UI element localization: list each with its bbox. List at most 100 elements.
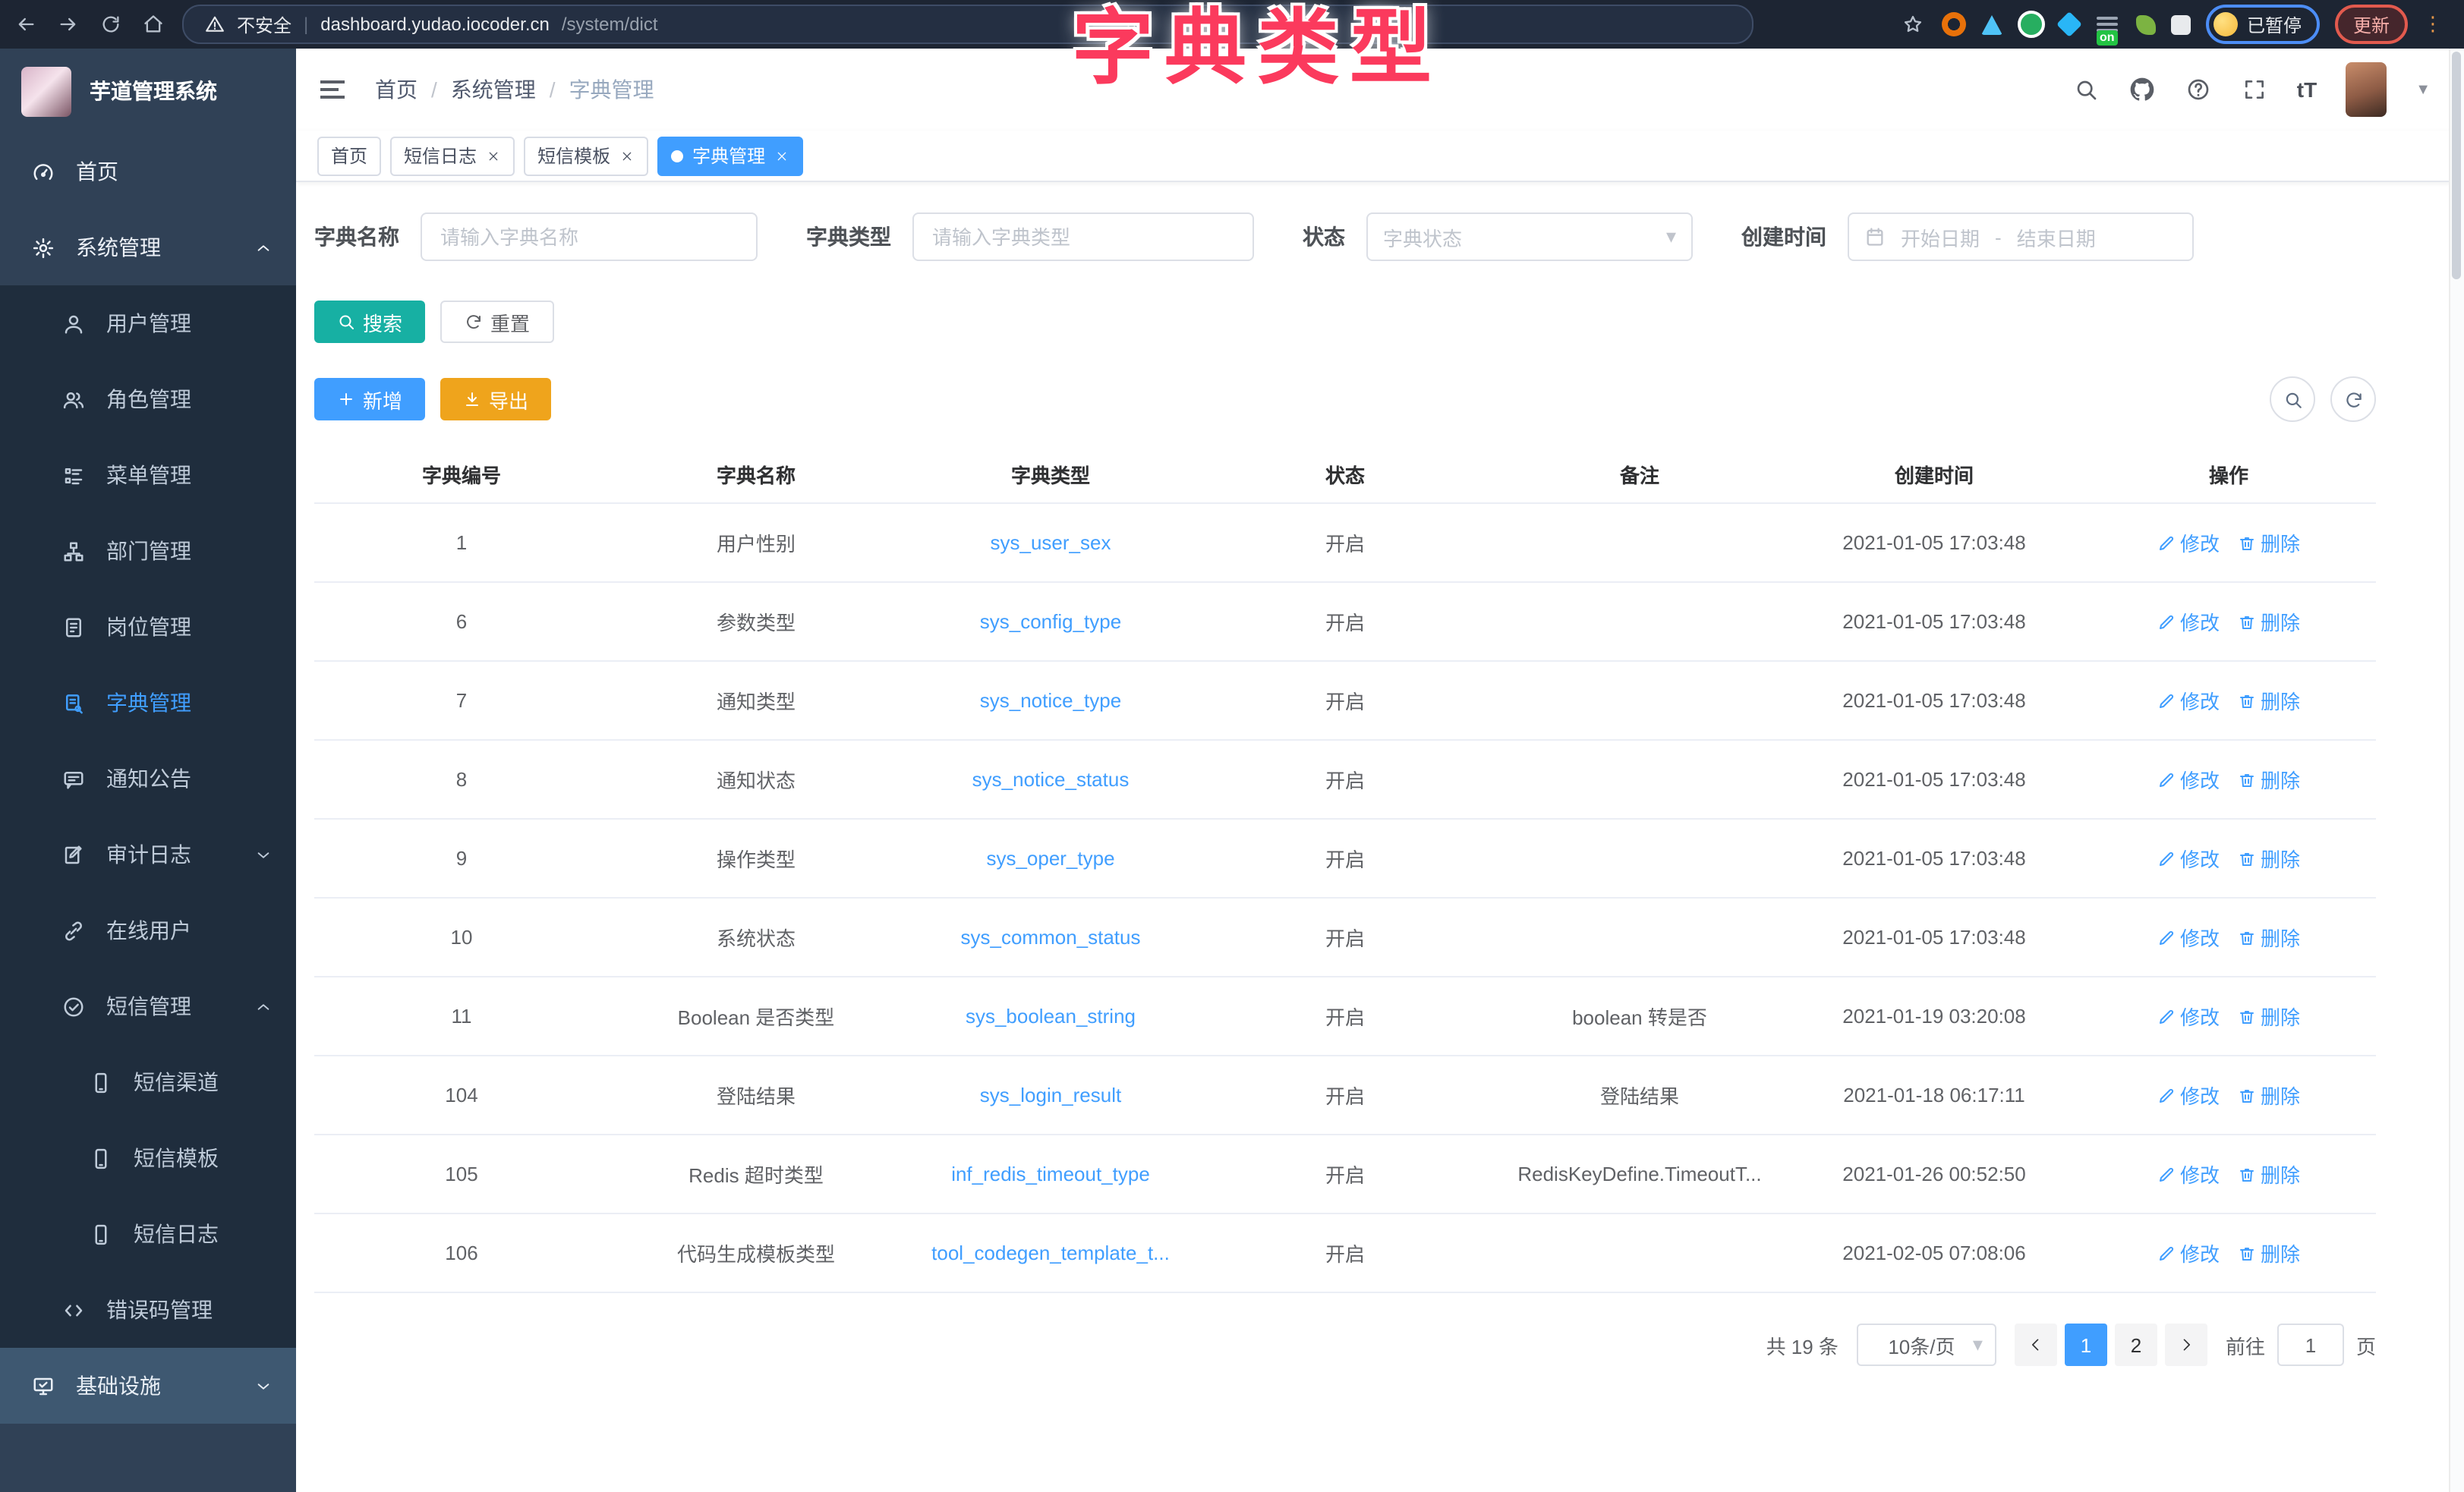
address-bar[interactable]: 不安全 | dashboard.yudao.iocoder.cn/system/… (182, 5, 1753, 44)
window-scrollbar[interactable] (2449, 49, 2464, 1492)
refresh-table-button[interactable] (2330, 376, 2376, 422)
extension-green-icon[interactable] (2018, 11, 2045, 38)
edit-link[interactable]: 修改 (2157, 1160, 2220, 1188)
cell-type-link[interactable]: tool_codegen_template_t... (903, 1213, 1198, 1292)
sidebar-item-online-users[interactable]: 在线用户 (0, 892, 296, 968)
delete-link[interactable]: 删除 (2238, 1081, 2300, 1110)
sidebar-item-user-management[interactable]: 用户管理 (0, 285, 296, 361)
dict-name-input[interactable] (421, 212, 758, 261)
extension-leaf-icon[interactable] (2136, 14, 2156, 34)
cell-type-link[interactable]: sys_config_type (903, 582, 1198, 661)
browser-update-button[interactable]: 更新 (2335, 5, 2408, 44)
cell-type-link[interactable]: sys_login_result (903, 1056, 1198, 1135)
sidebar-item-sms-template[interactable]: 短信模板 (0, 1120, 296, 1196)
delete-link[interactable]: 删除 (2238, 923, 2300, 952)
reset-button[interactable]: 重置 (440, 301, 554, 343)
status-select[interactable]: 字典状态 ▾ (1366, 212, 1693, 261)
sidebar-item-error-code-management[interactable]: 错误码管理 (0, 1272, 296, 1348)
edit-link[interactable]: 修改 (2157, 1002, 2220, 1031)
dict-type-input[interactable] (912, 212, 1254, 261)
back-icon[interactable] (12, 11, 39, 38)
close-icon[interactable] (486, 148, 501, 163)
extension-gem-icon[interactable] (1981, 14, 2002, 34)
sidebar-item-dept-management[interactable]: 部门管理 (0, 513, 296, 589)
delete-link[interactable]: 删除 (2238, 686, 2300, 715)
close-icon[interactable] (774, 148, 789, 163)
extensions-puzzle-icon[interactable] (2171, 14, 2191, 34)
edit-link[interactable]: 修改 (2157, 686, 2220, 715)
sidebar-item-sms-channel[interactable]: 短信渠道 (0, 1044, 296, 1120)
scrollbar-thumb[interactable] (2452, 52, 2461, 279)
edit-link[interactable]: 修改 (2157, 1239, 2220, 1267)
extension-orange-icon[interactable] (1942, 12, 1966, 36)
app-logo[interactable]: 芋道管理系统 (0, 49, 296, 134)
cell-type-link[interactable]: sys_oper_type (903, 819, 1198, 898)
extension-tampermonkey-icon[interactable]: on (2094, 17, 2121, 32)
breadcrumb-system[interactable]: 系统管理 (451, 74, 536, 105)
font-size-icon[interactable]: tT (2297, 77, 2317, 102)
add-button[interactable]: 新增 (314, 378, 425, 420)
goto-page-input[interactable] (2277, 1324, 2344, 1366)
browser-menu-icon[interactable]: ⋮ (2423, 17, 2443, 32)
sidebar-item-audit-log[interactable]: 审计日志 (0, 817, 296, 892)
tab-短信日志[interactable]: 短信日志 (390, 136, 515, 175)
page-button-2[interactable]: 2 (2115, 1324, 2157, 1366)
home-icon[interactable] (140, 11, 167, 38)
header-search-icon[interactable] (2072, 76, 2100, 103)
date-range-picker[interactable]: 开始日期 - 结束日期 (1848, 212, 2194, 261)
tab-字典管理[interactable]: 字典管理 (657, 136, 803, 175)
close-icon[interactable] (619, 148, 635, 163)
sidebar-item-menu-management[interactable]: 菜单管理 (0, 437, 296, 513)
delete-link[interactable]: 删除 (2238, 1239, 2300, 1267)
collapse-sidebar-icon[interactable] (320, 80, 345, 99)
sidebar-item-sms-log[interactable]: 短信日志 (0, 1196, 296, 1272)
user-avatar[interactable] (2346, 62, 2387, 117)
search-button[interactable]: 搜索 (314, 301, 425, 343)
user-menu-caret-icon[interactable]: ▼ (2415, 81, 2431, 98)
help-icon[interactable] (2185, 76, 2212, 103)
github-icon[interactable] (2128, 76, 2156, 103)
sidebar-item-notice-management[interactable]: 通知公告 (0, 741, 296, 817)
cell-type-link[interactable]: sys_notice_status (903, 740, 1198, 819)
sidebar-item-system-management[interactable]: 系统管理 (0, 209, 296, 285)
forward-icon[interactable] (55, 11, 82, 38)
cell-type-link[interactable]: sys_common_status (903, 898, 1198, 977)
cell-type-link[interactable]: sys_boolean_string (903, 977, 1198, 1056)
toggle-search-button[interactable] (2270, 376, 2315, 422)
page-size-select[interactable]: 10条/页 ▾ (1857, 1324, 1996, 1366)
extension-diamond-icon[interactable] (2056, 11, 2082, 37)
edit-link[interactable]: 修改 (2157, 528, 2220, 557)
next-page-button[interactable] (2165, 1324, 2207, 1366)
delete-link[interactable]: 删除 (2238, 1002, 2300, 1031)
sidebar-item-post-management[interactable]: 岗位管理 (0, 589, 296, 665)
edit-link[interactable]: 修改 (2157, 1081, 2220, 1110)
breadcrumb-home[interactable]: 首页 (375, 74, 417, 105)
cell-type-link[interactable]: inf_redis_timeout_type (903, 1135, 1198, 1213)
cell-type-link[interactable]: sys_notice_type (903, 661, 1198, 740)
sidebar-item-dict-management[interactable]: 字典管理 (0, 665, 296, 741)
delete-link[interactable]: 删除 (2238, 607, 2300, 636)
edit-link[interactable]: 修改 (2157, 844, 2220, 873)
delete-link[interactable]: 删除 (2238, 844, 2300, 873)
profile-paused-badge[interactable]: 已暂停 (2206, 5, 2320, 44)
sidebar-item-sms-management[interactable]: 短信管理 (0, 968, 296, 1044)
prev-page-button[interactable] (2015, 1324, 2057, 1366)
cell-type-link[interactable]: sys_user_sex (903, 503, 1198, 582)
delete-link[interactable]: 删除 (2238, 765, 2300, 794)
tab-首页[interactable]: 首页 (317, 136, 381, 175)
reload-icon[interactable] (97, 11, 124, 38)
tab-短信模板[interactable]: 短信模板 (524, 136, 648, 175)
sidebar-item-role-management[interactable]: 角色管理 (0, 361, 296, 437)
sidebar-item-home[interactable]: 首页 (0, 134, 296, 209)
delete-link[interactable]: 删除 (2238, 1160, 2300, 1188)
edit-link[interactable]: 修改 (2157, 607, 2220, 636)
dict-type-label: 字典类型 (806, 222, 891, 252)
sidebar-item-infrastructure[interactable]: 基础设施 (0, 1348, 296, 1424)
edit-link[interactable]: 修改 (2157, 765, 2220, 794)
fullscreen-icon[interactable] (2241, 76, 2268, 103)
delete-link[interactable]: 删除 (2238, 528, 2300, 557)
bookmark-star-icon[interactable] (1899, 11, 1927, 38)
export-button[interactable]: 导出 (440, 378, 551, 420)
edit-link[interactable]: 修改 (2157, 923, 2220, 952)
page-button-1[interactable]: 1 (2065, 1324, 2107, 1366)
